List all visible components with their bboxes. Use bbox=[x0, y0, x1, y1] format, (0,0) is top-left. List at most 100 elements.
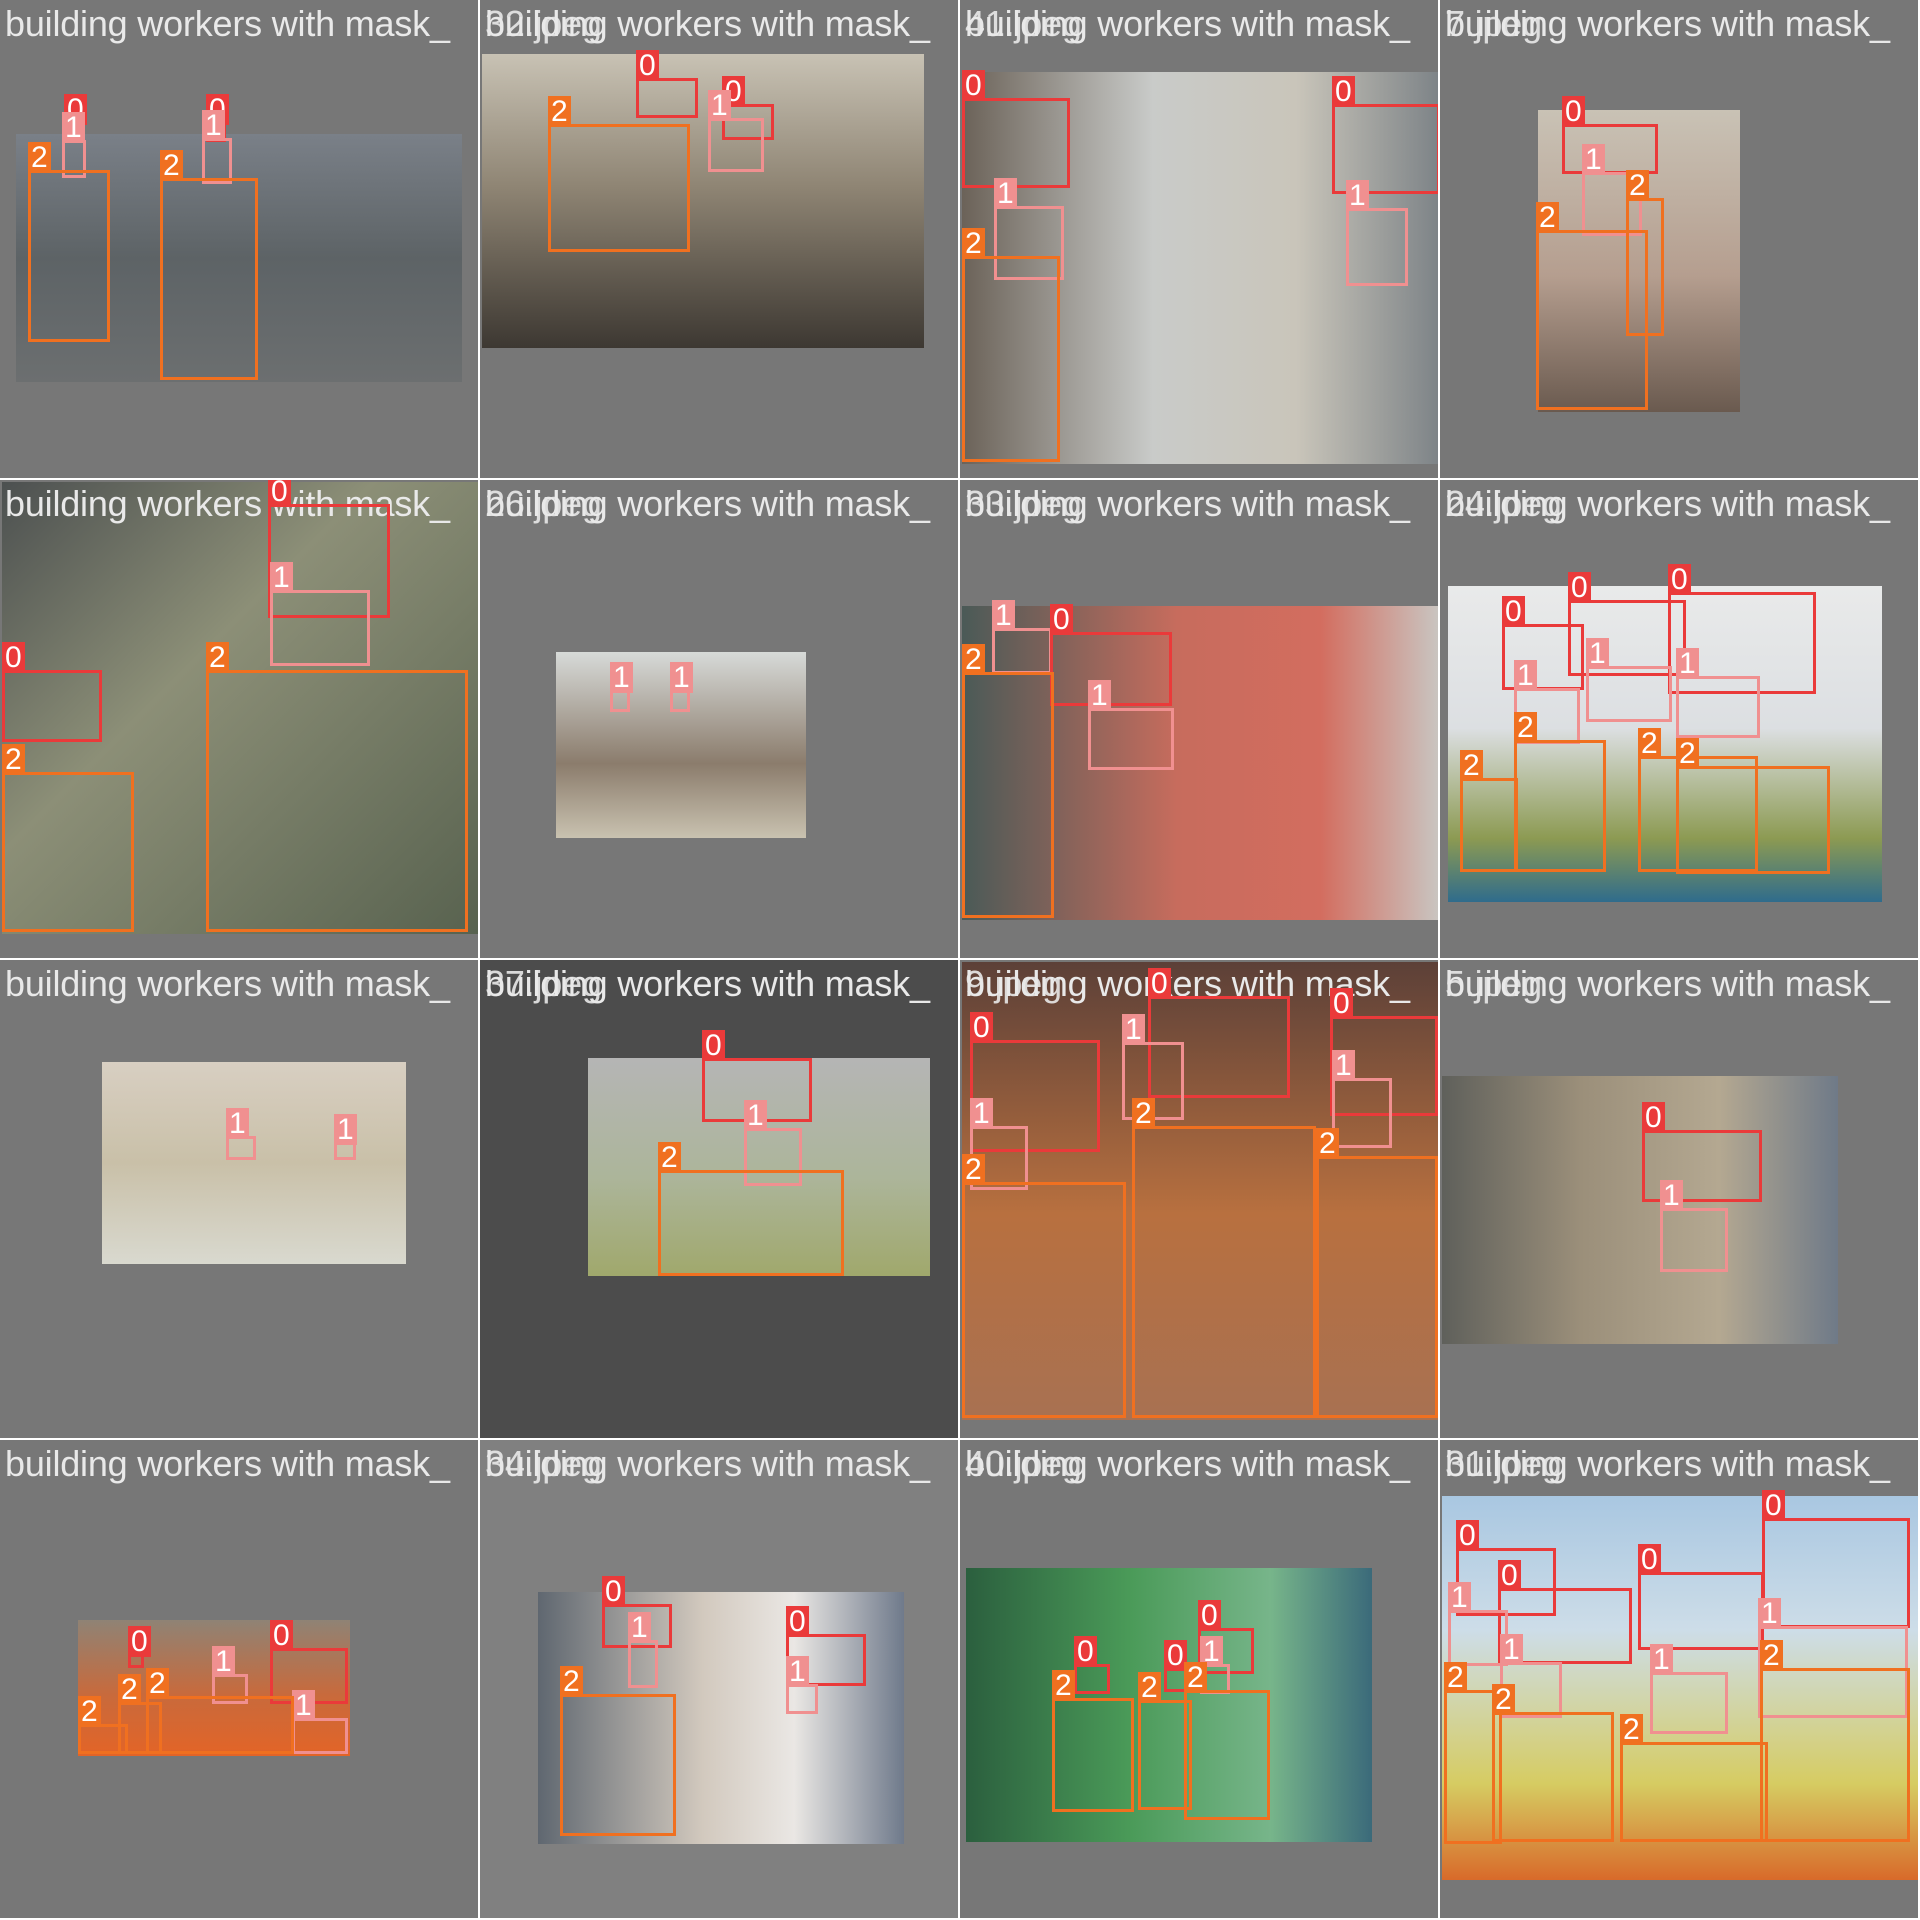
mosaic-tile: building workers with mask_ 1 1 bbox=[0, 960, 480, 1440]
bbox-class-0: 0 bbox=[1638, 1544, 1764, 1650]
bbox-class-0: 0 bbox=[128, 1626, 151, 1668]
bbox-label: 0 bbox=[1568, 572, 1591, 603]
bbox-label: 1 bbox=[212, 1646, 235, 1677]
bbox-label: 1 bbox=[1448, 1582, 1471, 1613]
bbox-label: 2 bbox=[1760, 1640, 1783, 1671]
bbox-label: 2 bbox=[962, 228, 985, 259]
mosaic-tile: building workers with mask_ 0 0 0 0 1 1 1 1 2 2 2 2 bbox=[1440, 1440, 1920, 1920]
bbox-label: 0 bbox=[1148, 968, 1171, 999]
bbox-class-2: 2 bbox=[1514, 712, 1606, 872]
bbox-class-1: 1 bbox=[786, 1656, 818, 1714]
bbox-class-2: 2 bbox=[28, 142, 110, 342]
bbox-label: 1 bbox=[994, 178, 1017, 209]
bbox-label: 2 bbox=[1052, 1670, 1075, 1701]
bbox-class-1: 1 bbox=[334, 1114, 357, 1160]
mosaic-tile: building workers with mask_ 0 1 2 0 1 bbox=[960, 0, 1440, 480]
bbox-class-1: 1 bbox=[1332, 1050, 1392, 1148]
bbox-class-2: 2 bbox=[160, 150, 258, 380]
bbox-class-1: 1 bbox=[1586, 638, 1672, 722]
bbox-label: 0 bbox=[270, 1620, 293, 1651]
mosaic-tile: building workers with mask_ 0 1 0 1 2 bbox=[480, 1440, 960, 1920]
bbox-label: 1 bbox=[1758, 1598, 1781, 1629]
bbox-class-2: 2 bbox=[548, 96, 690, 252]
bbox-label: 2 bbox=[962, 644, 985, 675]
bbox-label: 2 bbox=[560, 1666, 583, 1697]
bbox-label: 1 bbox=[1346, 180, 1369, 211]
bbox-label: 0 bbox=[702, 1030, 725, 1061]
bbox-label: 2 bbox=[1676, 738, 1699, 769]
bbox-label: 1 bbox=[992, 600, 1015, 631]
bbox-label: 1 bbox=[708, 90, 731, 121]
bbox-class-0: 0 bbox=[1762, 1490, 1910, 1628]
bbox-class-2: 2 bbox=[658, 1142, 844, 1276]
tile-caption-suffix: 33.jpeg bbox=[965, 483, 1082, 524]
bbox-label: 0 bbox=[970, 1012, 993, 1043]
bbox-class-2: 2 bbox=[1132, 1098, 1316, 1418]
mosaic-tile: building workers with mask_ 0 1 2 2 bbox=[1440, 0, 1920, 480]
bbox-label: 1 bbox=[334, 1114, 357, 1145]
bbox-label: 2 bbox=[1316, 1128, 1339, 1159]
bbox-label: 2 bbox=[146, 1668, 169, 1699]
mosaic-tile: building workers with mask_ 0 0 1 2 bbox=[480, 0, 960, 480]
tile-caption-suffix: 5.jpeg bbox=[1445, 963, 1542, 1004]
bbox-label: 0 bbox=[1502, 596, 1525, 627]
mosaic-tile: building workers with mask_ 0 1 bbox=[1440, 960, 1920, 1440]
bbox-label: 1 bbox=[1582, 144, 1605, 175]
bbox-class-1: 1 bbox=[992, 600, 1052, 674]
bbox-label: 2 bbox=[1626, 170, 1649, 201]
bbox-class-1: 1 bbox=[708, 90, 764, 172]
tile-caption-suffix: 31.jpeg bbox=[1445, 1443, 1562, 1484]
tile-photo bbox=[102, 1062, 406, 1264]
bbox-label: 1 bbox=[1088, 680, 1111, 711]
tile-title: building workers with mask_ bbox=[5, 963, 450, 1004]
bbox-label: 0 bbox=[636, 50, 659, 81]
bbox-label: 2 bbox=[1132, 1098, 1155, 1129]
bbox-label: 1 bbox=[1332, 1050, 1355, 1081]
bbox-class-1: 1 bbox=[1676, 648, 1760, 738]
bbox-class-1: 1 bbox=[226, 1108, 256, 1160]
bbox-class-0: 0 bbox=[2, 642, 102, 742]
bbox-class-2: 2 bbox=[1460, 750, 1518, 872]
bbox-class-2: 2 bbox=[2, 744, 134, 932]
bbox-label: 0 bbox=[786, 1606, 809, 1637]
tile-caption-suffix: 9.jpeg bbox=[965, 963, 1062, 1004]
mosaic-tile: building workers with mask_ 1 0 2 1 bbox=[960, 480, 1440, 960]
bbox-class-1: 1 bbox=[1660, 1180, 1728, 1272]
tile-caption-suffix: 26.jpeg bbox=[485, 483, 602, 524]
bbox-label: 1 bbox=[1500, 1634, 1523, 1665]
bbox-label: 0 bbox=[2, 642, 25, 673]
bbox-class-2: 2 bbox=[1052, 1670, 1134, 1812]
bbox-label: 1 bbox=[1586, 638, 1609, 669]
mosaic-grid: building workers with mask_012012buildin… bbox=[0, 0, 1920, 1920]
bbox-class-2: 2 bbox=[206, 642, 468, 932]
bbox-label: 2 bbox=[1492, 1684, 1515, 1715]
bbox-class-2: 2 bbox=[1536, 202, 1648, 410]
bbox-class-2: 2 bbox=[146, 1668, 294, 1754]
bbox-label: 0 bbox=[962, 70, 985, 101]
tile-caption-suffix: 34.jpeg bbox=[485, 1443, 602, 1484]
mosaic-tile: building workers with mask_ 0 0 0 1 2 2 2 bbox=[960, 1440, 1440, 1920]
bbox-label: 1 bbox=[628, 1612, 651, 1643]
bbox-class-1: 1 bbox=[292, 1690, 348, 1754]
bbox-label: 1 bbox=[270, 562, 293, 593]
bbox-label: 1 bbox=[786, 1656, 809, 1687]
bbox-class-1: 1 bbox=[628, 1612, 658, 1688]
bbox-label: 1 bbox=[292, 1690, 315, 1721]
bbox-label: 2 bbox=[118, 1674, 141, 1705]
bbox-label: 1 bbox=[1650, 1644, 1673, 1675]
bbox-class-0: 0 bbox=[1050, 604, 1172, 706]
bbox-label: 0 bbox=[1074, 1636, 1097, 1667]
bbox-label: 1 bbox=[1514, 660, 1537, 691]
bbox-class-2: 2 bbox=[962, 228, 1060, 462]
mosaic-tile: building workers with mask_ 0 0 1 1 2 2 2 bbox=[0, 1440, 480, 1920]
bbox-class-2: 2 bbox=[1492, 1684, 1614, 1842]
tile-caption-suffix: 37.jpeg bbox=[485, 963, 602, 1004]
bbox-label: 2 bbox=[160, 150, 183, 181]
mosaic-tile: building workers with mask_ 0 1 0 2 2 bbox=[0, 480, 480, 960]
tile-caption-suffix: 40.jpeg bbox=[965, 1443, 1082, 1484]
bbox-class-1: 1 bbox=[1088, 680, 1174, 770]
mosaic-tile: building workers with mask_012012 bbox=[0, 0, 480, 480]
bbox-label: 1 bbox=[202, 110, 225, 141]
bbox-label: 1 bbox=[1660, 1180, 1683, 1211]
bbox-class-1: 1 bbox=[670, 662, 693, 712]
